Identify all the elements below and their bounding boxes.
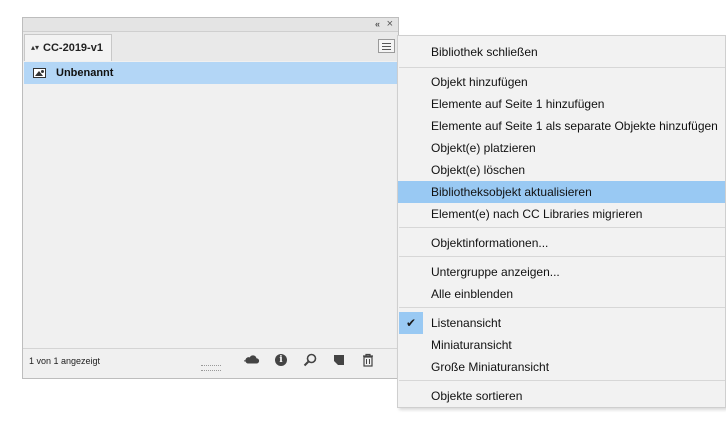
menu-item-update-library-object[interactable]: Bibliotheksobjekt aktualisieren bbox=[398, 181, 725, 203]
menu-item-add-page-items[interactable]: Elemente auf Seite 1 hinzufügen bbox=[398, 93, 725, 115]
list-item-label: Unbenannt bbox=[56, 67, 114, 79]
new-item-icon[interactable] bbox=[331, 352, 347, 368]
menu-separator bbox=[399, 307, 725, 308]
checkmark-icon: ✔ bbox=[399, 312, 423, 334]
search-icon[interactable] bbox=[302, 352, 318, 368]
tab-library[interactable]: ▴▾ CC-2019-v1 bbox=[24, 34, 112, 61]
menu-item-show-all[interactable]: Alle einblenden bbox=[398, 283, 725, 305]
cc-libraries-cloud-icon[interactable] bbox=[244, 352, 260, 368]
resize-grip[interactable] bbox=[201, 365, 221, 371]
menu-item-place-objects[interactable]: Objekt(e) platzieren bbox=[398, 137, 725, 159]
list-item[interactable]: Unbenannt bbox=[24, 62, 397, 84]
menu-item-list-view[interactable]: ✔ Listenansicht bbox=[398, 312, 725, 334]
menu-item-add-object[interactable]: Objekt hinzufügen bbox=[398, 71, 725, 93]
status-bar: 1 von 1 angezeigt i bbox=[23, 348, 398, 372]
menu-separator bbox=[399, 227, 725, 228]
menu-item-list-view-label: Listenansicht bbox=[431, 316, 502, 330]
menu-item-sort-objects[interactable]: Objekte sortieren bbox=[398, 385, 725, 407]
library-item-list[interactable]: Unbenannt bbox=[24, 62, 397, 347]
panel-title-bar[interactable]: « × bbox=[23, 18, 398, 32]
menu-item-delete-objects[interactable]: Objekt(e) löschen bbox=[398, 159, 725, 181]
status-text: 1 von 1 angezeigt bbox=[29, 355, 101, 366]
menu-item-object-info[interactable]: Objektinformationen... bbox=[398, 232, 725, 254]
panel-flyout-menu: Bibliothek schließen Objekt hinzufügen E… bbox=[397, 35, 726, 408]
menu-item-thumbnail-view[interactable]: Miniaturansicht bbox=[398, 334, 725, 356]
info-icon[interactable]: i bbox=[273, 352, 289, 368]
menu-separator bbox=[399, 256, 725, 257]
menu-separator bbox=[399, 67, 725, 68]
hamburger-line bbox=[382, 48, 391, 50]
hamburger-line bbox=[382, 45, 391, 47]
info-icon-glyph: i bbox=[275, 354, 287, 366]
hamburger-icon bbox=[382, 42, 391, 44]
tab-row: ▴▾ CC-2019-v1 bbox=[23, 32, 398, 61]
menu-item-large-thumbnail-view[interactable]: Große Miniaturansicht bbox=[398, 356, 725, 378]
image-icon bbox=[33, 68, 46, 78]
sort-arrows-icon: ▴▾ bbox=[31, 43, 40, 52]
footer-toolbar: i bbox=[244, 352, 376, 368]
collapse-icon[interactable]: « bbox=[375, 18, 380, 31]
trash-icon[interactable] bbox=[360, 352, 376, 368]
menu-item-add-page-items-separate[interactable]: Elemente auf Seite 1 als separate Objekt… bbox=[398, 115, 725, 137]
menu-item-show-subset[interactable]: Untergruppe anzeigen... bbox=[398, 261, 725, 283]
close-icon[interactable]: × bbox=[387, 18, 393, 31]
tab-label: CC-2019-v1 bbox=[43, 42, 103, 54]
menu-item-migrate-to-cc-libraries[interactable]: Element(e) nach CC Libraries migrieren bbox=[398, 203, 725, 225]
menu-separator bbox=[399, 380, 725, 381]
library-panel: « × ▴▾ CC-2019-v1 Unbenannt 1 von 1 ange… bbox=[22, 17, 399, 379]
panel-menu-button[interactable] bbox=[378, 39, 395, 53]
menu-item-close-library[interactable]: Bibliothek schließen bbox=[398, 41, 725, 63]
